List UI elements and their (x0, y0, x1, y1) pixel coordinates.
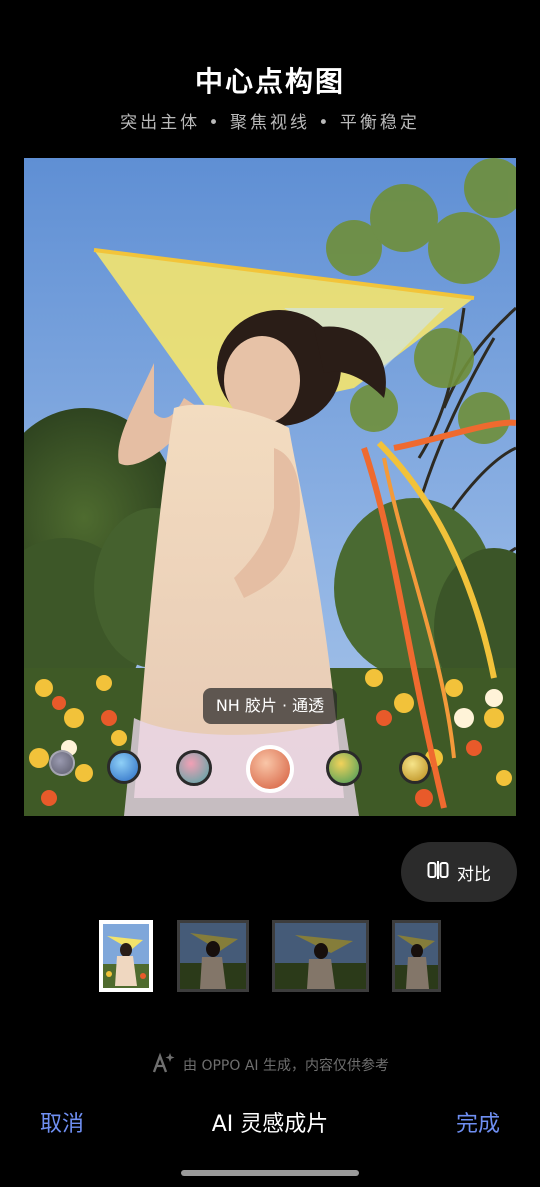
page-subtitle: 突出主体 • 聚焦视线 • 平衡稳定 (120, 113, 420, 133)
compare-split-icon (427, 860, 449, 885)
ai-disclaimer: 由 OPPO AI 生成，内容仅供参考 (0, 1052, 540, 1078)
thumbnail-portrait[interactable] (99, 920, 153, 992)
thumbnail-square[interactable] (177, 920, 249, 992)
page-title: 中心点构图 (194, 65, 345, 98)
filter-name-label: NH 胶片 · 通透 (203, 688, 337, 724)
bottom-action-bar: 取消 AI 灵感成片 完成 (0, 1106, 540, 1146)
thumbnail-image (395, 923, 438, 989)
done-button[interactable]: 完成 (456, 1106, 500, 1138)
thumbnail-landscape[interactable] (272, 920, 369, 992)
thumbnail-image (275, 923, 366, 989)
cancel-button[interactable]: 取消 (40, 1106, 84, 1138)
ai-disclaimer-text: 由 OPPO AI 生成，内容仅供参考 (183, 1058, 389, 1074)
photo-preview[interactable]: NH 胶片 · 通透 (24, 158, 516, 816)
filter-option-1[interactable] (49, 750, 75, 776)
filter-option-3[interactable] (176, 750, 212, 786)
ai-sparkle-icon (151, 1052, 175, 1078)
compare-button[interactable]: 对比 (401, 842, 517, 902)
filter-option-4[interactable] (326, 750, 362, 786)
filter-option-5[interactable] (399, 752, 431, 784)
compare-label: 对比 (457, 864, 491, 885)
filter-option-2[interactable] (107, 750, 141, 784)
thumbnail-tall[interactable] (392, 920, 441, 992)
home-indicator[interactable] (181, 1170, 359, 1176)
thumbnail-image (180, 923, 246, 989)
thumbnail-image (103, 924, 149, 988)
filter-option-selected[interactable] (246, 745, 294, 793)
